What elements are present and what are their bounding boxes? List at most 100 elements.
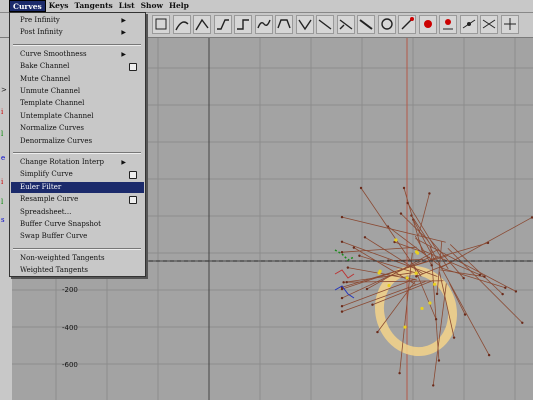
- tangent-clamped-icon[interactable]: [213, 15, 232, 34]
- menu-item-pre-infinity[interactable]: Pre Infinity ▶: [11, 15, 144, 26]
- menu-item-mute-channel[interactable]: Mute Channel: [11, 74, 144, 85]
- key-point[interactable]: [402, 186, 406, 190]
- option-box-icon[interactable]: [129, 171, 137, 180]
- menu-item-weighted-tangents[interactable]: Weighted Tangents: [11, 265, 144, 276]
- key-point[interactable]: [478, 273, 482, 277]
- key-point[interactable]: [430, 264, 433, 267]
- key-point[interactable]: [340, 296, 344, 300]
- infinity-pre-icon[interactable]: [480, 15, 498, 34]
- key-point[interactable]: [399, 212, 403, 215]
- key-point[interactable]: [340, 305, 344, 308]
- key-point[interactable]: [342, 281, 345, 284]
- menu-item-resample-curve[interactable]: Resample Curve: [11, 194, 144, 205]
- key-point[interactable]: [345, 280, 348, 284]
- key-point[interactable]: [435, 292, 439, 296]
- key-point[interactable]: [514, 290, 518, 293]
- key-point[interactable]: [340, 240, 344, 244]
- buffer-swap-icon[interactable]: [377, 15, 396, 34]
- red-curve[interactable]: [334, 269, 355, 279]
- key-point[interactable]: [452, 336, 456, 339]
- menu-item-bake-channel[interactable]: Bake Channel: [11, 61, 144, 72]
- key-point[interactable]: [432, 384, 435, 387]
- key-point[interactable]: [358, 254, 361, 257]
- selected-key[interactable]: [405, 276, 409, 280]
- tangent-line[interactable]: [415, 238, 517, 292]
- tangent-line[interactable]: [400, 213, 429, 241]
- key-point[interactable]: [340, 251, 344, 254]
- key-point[interactable]: [415, 275, 418, 278]
- menu-item-normalize-curves[interactable]: Normalize Curves: [11, 123, 144, 134]
- tangent-line[interactable]: [360, 187, 422, 277]
- key-point[interactable]: [501, 292, 504, 296]
- snap-icon[interactable]: [398, 15, 416, 34]
- option-box-icon[interactable]: [129, 63, 137, 72]
- menu-item-post-infinity[interactable]: Post Infinity ▶: [11, 27, 144, 38]
- menu-tangents[interactable]: Tangents: [71, 0, 115, 12]
- key-point[interactable]: [487, 353, 491, 357]
- menu-curves[interactable]: Curves: [9, 0, 46, 12]
- menu-item-template-channel[interactable]: Template Channel: [11, 98, 144, 109]
- key-point[interactable]: [346, 266, 350, 269]
- selected-key[interactable]: [416, 251, 420, 255]
- selected-key[interactable]: [387, 283, 391, 288]
- tangent-flat-icon[interactable]: [254, 15, 273, 34]
- key-point[interactable]: [483, 275, 486, 278]
- key-point[interactable]: [504, 286, 507, 289]
- infinity-post-icon[interactable]: [500, 15, 519, 34]
- key-point[interactable]: [462, 276, 465, 280]
- key-point[interactable]: [406, 201, 409, 205]
- blue-curve[interactable]: [334, 285, 355, 299]
- menu-item-change-rotation-interp[interactable]: Change Rotation Interp ▶: [11, 157, 144, 168]
- menu-item-unmute-channel[interactable]: Unmute Channel: [11, 86, 144, 97]
- menu-keys[interactable]: Keys: [46, 0, 72, 12]
- selected-key[interactable]: [420, 306, 424, 311]
- selected-key[interactable]: [394, 238, 398, 242]
- tangent-line[interactable]: [418, 193, 430, 236]
- key-point[interactable]: [359, 186, 363, 190]
- break-tangents-icon[interactable]: [295, 15, 314, 34]
- key-point[interactable]: [437, 359, 441, 362]
- menu-show[interactable]: Show: [138, 0, 166, 12]
- key-add-icon[interactable]: [418, 15, 437, 34]
- unify-tangents-icon[interactable]: [316, 15, 334, 34]
- selected-key[interactable]: [432, 282, 437, 286]
- menu-list[interactable]: List: [116, 0, 138, 12]
- key-point[interactable]: [398, 371, 401, 375]
- selected-key[interactable]: [428, 301, 432, 305]
- key-point[interactable]: [340, 310, 344, 313]
- key-point[interactable]: [428, 192, 431, 195]
- insert-key-icon[interactable]: [459, 15, 478, 34]
- tangent-line[interactable]: [439, 266, 506, 289]
- key-point[interactable]: [463, 313, 467, 316]
- menu-item-euler-filter[interactable]: Euler Filter: [11, 181, 144, 193]
- frame-all-icon[interactable]: [152, 15, 170, 34]
- menu-item-simplify-curve[interactable]: Simplify Curve: [11, 169, 144, 180]
- key-point[interactable]: [340, 215, 344, 219]
- selected-key[interactable]: [414, 271, 418, 275]
- menu-item-denormalize-curves[interactable]: Denormalize Curves: [11, 136, 144, 147]
- menu-item-swap-buffer-curve[interactable]: Swap Buffer Curve: [11, 231, 144, 242]
- lock-weight-icon[interactable]: [357, 15, 375, 34]
- key-point[interactable]: [371, 303, 374, 306]
- key-point[interactable]: [376, 330, 379, 334]
- menu-item-spreadsheet[interactable]: Spreadsheet...: [11, 207, 144, 218]
- selected-key[interactable]: [377, 271, 381, 275]
- key-point[interactable]: [521, 321, 524, 324]
- tangent-plateau-icon[interactable]: [275, 15, 293, 34]
- tangent-line[interactable]: [447, 247, 523, 324]
- key-point[interactable]: [365, 287, 369, 291]
- key-point[interactable]: [363, 236, 367, 239]
- tangent-step-icon[interactable]: [234, 15, 252, 34]
- key-remove-icon[interactable]: [439, 15, 457, 34]
- free-weight-icon[interactable]: [336, 15, 355, 34]
- option-box-icon[interactable]: [129, 196, 137, 205]
- tangent-line[interactable]: [341, 216, 446, 243]
- menu-help[interactable]: Help: [166, 0, 192, 12]
- key-point[interactable]: [434, 318, 438, 321]
- menu-item-non-weighted-tangents[interactable]: Non-weighted Tangents: [11, 253, 144, 264]
- tangent-linear-icon[interactable]: [193, 15, 211, 34]
- tangent-spline-icon[interactable]: [172, 15, 191, 34]
- menu-item-untemplate-channel[interactable]: Untemplate Channel: [11, 111, 144, 122]
- menu-item-curve-smoothness[interactable]: Curve Smoothness ▶: [11, 49, 144, 60]
- selected-key[interactable]: [403, 325, 407, 329]
